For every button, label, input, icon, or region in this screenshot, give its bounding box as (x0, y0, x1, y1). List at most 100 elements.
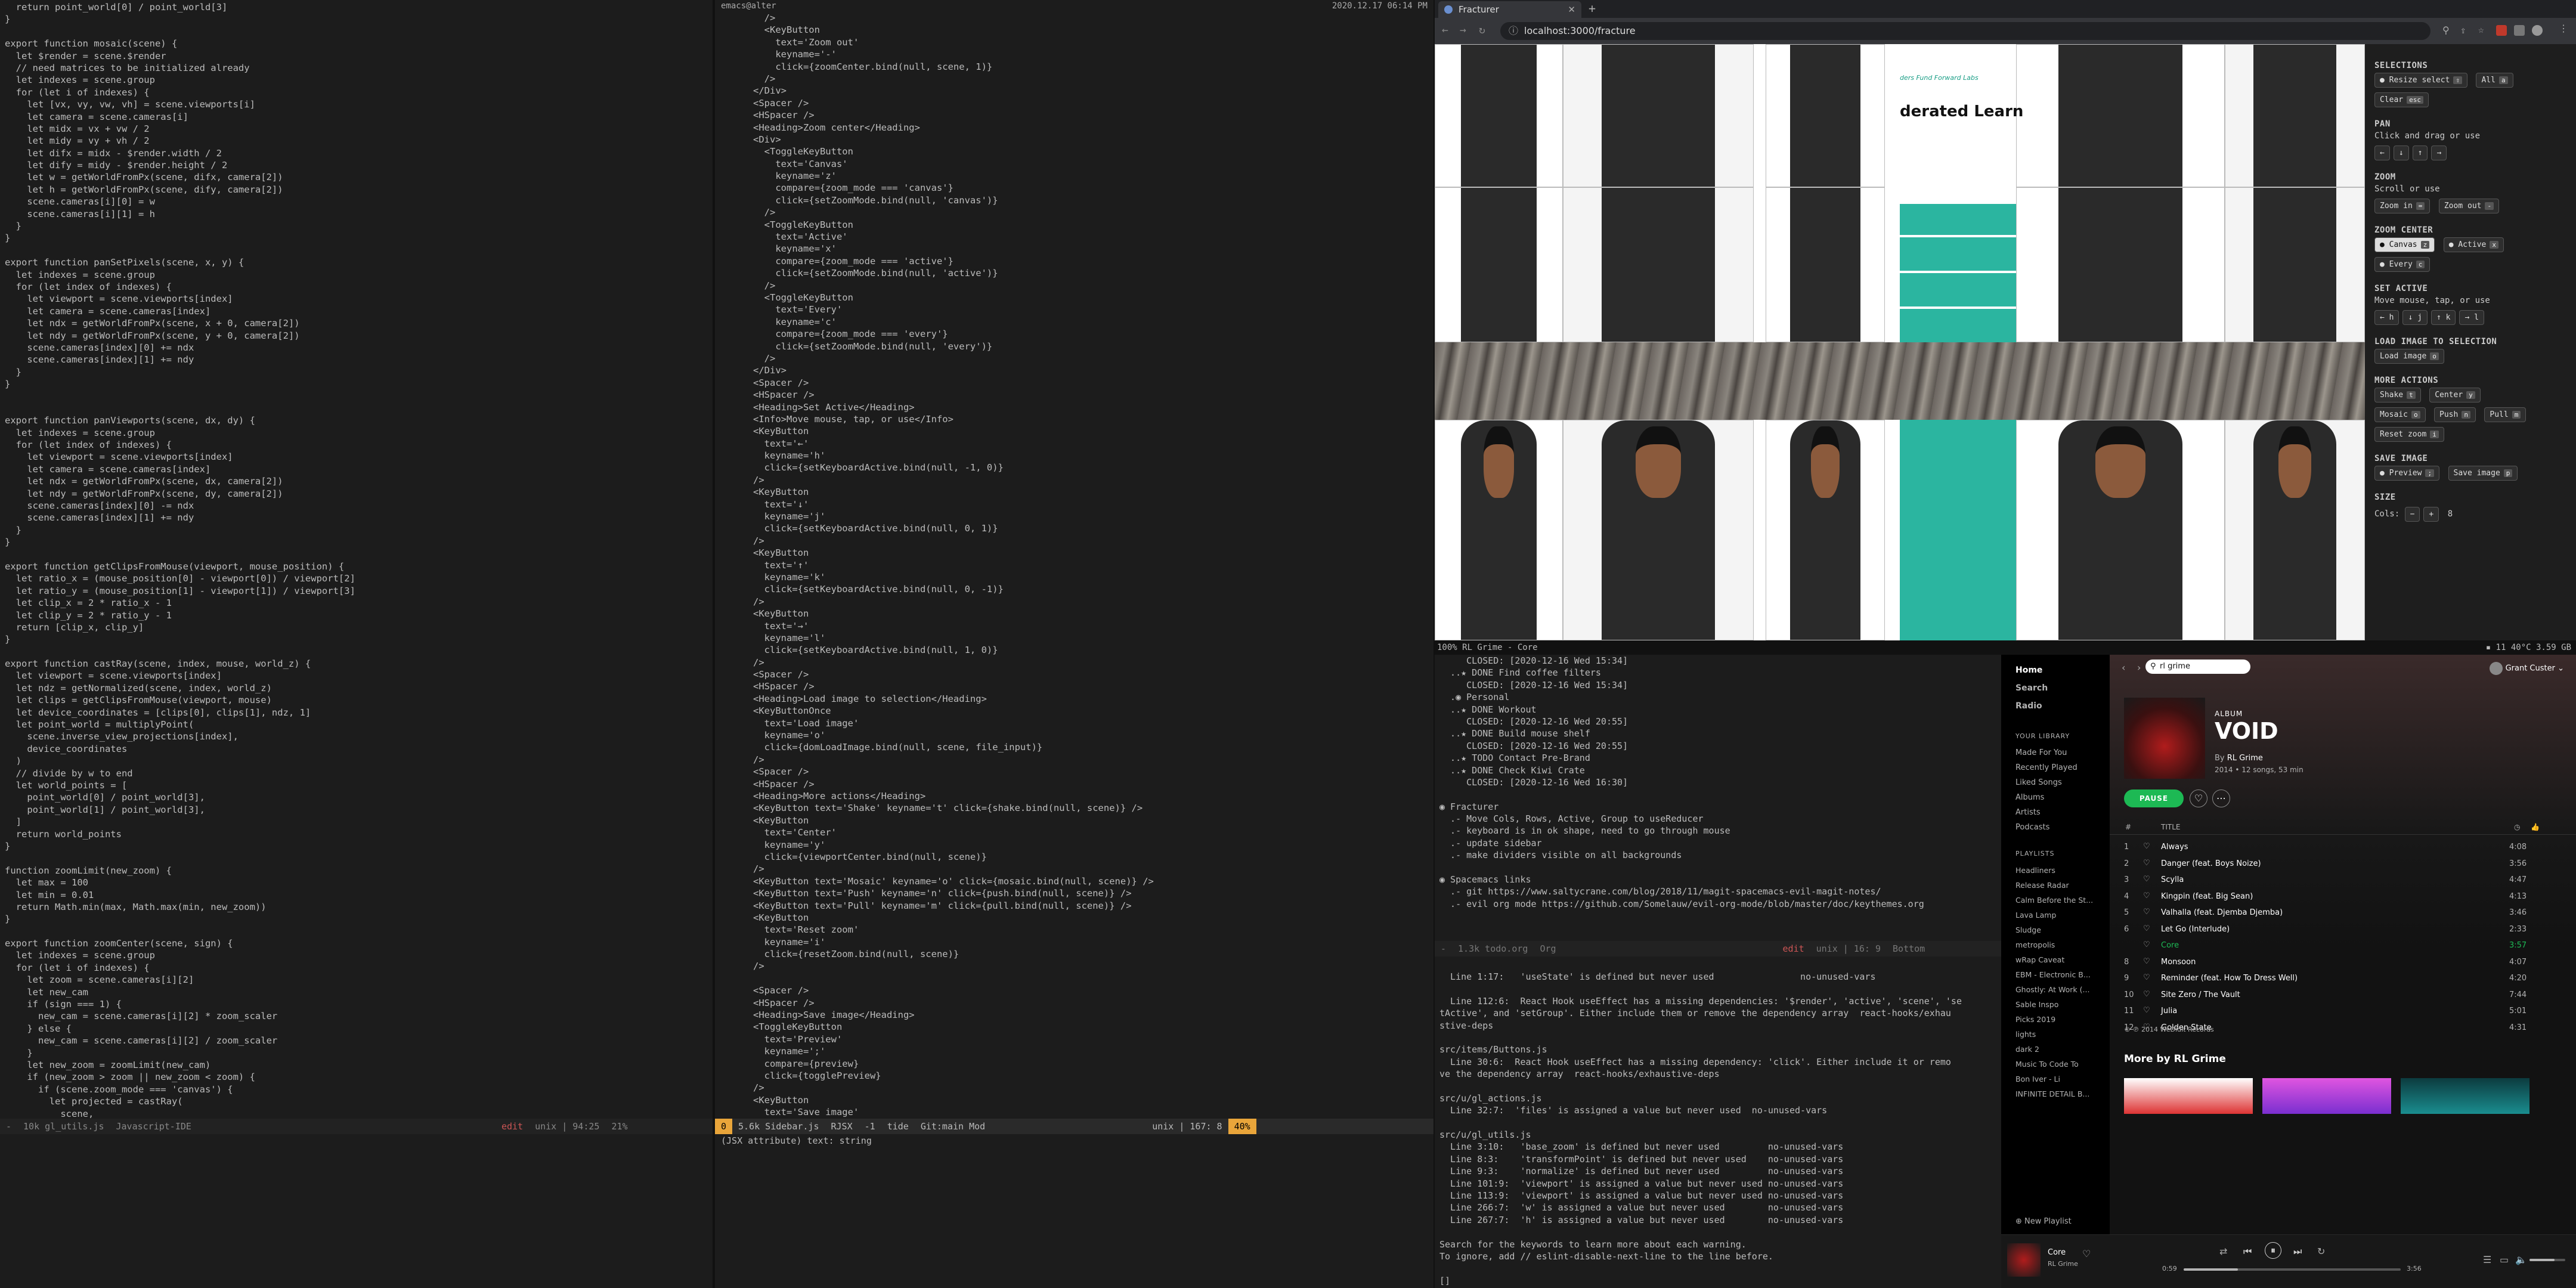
more-by-card-2[interactable] (2262, 1078, 2391, 1114)
code-line[interactable]: // need matrices to be initialized alrea… (5, 62, 713, 74)
address-bar[interactable]: ⓘ localhost:3000/fracture (1500, 22, 2431, 40)
code-line[interactable]: for (let i of indexes) { (5, 86, 713, 98)
code-line[interactable]: keyname='c' (720, 316, 1433, 328)
code-line[interactable]: point_world[0] / point_world[3], (5, 791, 713, 803)
code-line[interactable]: /> (720, 960, 1433, 972)
left-editor[interactable]: return point_world[0] / point_world[3]} e… (0, 0, 713, 1119)
now-playing-artist[interactable]: RL Grime (2048, 1260, 2078, 1268)
code-line[interactable]: <KeyButton text='Push' keyname='n' click… (720, 887, 1433, 899)
code-line[interactable]: ] (5, 816, 713, 828)
playlist-item[interactable]: Ghostly: At Work (... (2015, 985, 2095, 994)
code-line[interactable]: To ignore, add // eslint-disable-next-li… (1439, 1250, 2001, 1262)
save-image-button[interactable]: Save image p (2448, 466, 2518, 481)
code-line[interactable]: /> (720, 754, 1433, 766)
code-line[interactable]: text='↓' (720, 499, 1433, 510)
code-line[interactable]: Line 32:7: 'files' is assigned a value b… (1439, 1104, 2001, 1116)
viewport-cell[interactable] (2016, 44, 2225, 187)
code-line[interactable]: src/u/gl_utils.js (1439, 1129, 2001, 1141)
code-line[interactable]: keyname=';' (720, 1045, 1433, 1057)
code-line[interactable]: scene.cameras[i][0] = w (5, 196, 713, 208)
code-line[interactable]: CLOSED: [2020-12-16 Wed 20:55] (1439, 716, 2001, 727)
code-line[interactable]: [] (1439, 1275, 2001, 1287)
progress-bar[interactable] (2184, 1268, 2401, 1271)
back-icon[interactable]: ← (1442, 24, 1448, 36)
code-line[interactable]: <Div> (720, 134, 1433, 145)
code-line[interactable]: export function mosaic(scene) { (5, 38, 713, 49)
user-menu[interactable]: Grant Custer ⌄ (2490, 662, 2564, 675)
code-line[interactable]: let [vx, vy, vw, vh] = scene.viewports[i… (5, 98, 713, 110)
library-item[interactable]: Made For You (2015, 748, 2095, 757)
code-line[interactable]: <Info>Move mouse, tap, or use</Info> (720, 413, 1433, 425)
code-line[interactable]: Line 8:3: 'transformPoint' is defined bu… (1439, 1153, 2001, 1165)
new-tab-icon[interactable]: + (1589, 1, 1596, 16)
heart-icon[interactable]: ♡ (2143, 875, 2150, 884)
reload-icon[interactable]: ↻ (1479, 24, 1485, 36)
spotify-search-input[interactable]: ⚲ rl grime (2145, 660, 2250, 674)
code-line[interactable] (5, 244, 713, 256)
code-line[interactable]: let viewport = scene.viewports[index] (5, 670, 713, 682)
code-line[interactable]: <Heading>Load image to selection</Headin… (720, 693, 1433, 705)
code-line[interactable] (1439, 1080, 2001, 1092)
devices-icon[interactable]: ▭ (2500, 1254, 2509, 1265)
close-tab-icon[interactable]: ✕ (1568, 1, 1575, 18)
code-line[interactable] (5, 852, 713, 864)
code-line[interactable]: } (5, 633, 713, 645)
playlist-item[interactable]: Sludge (2015, 925, 2095, 934)
code-line[interactable]: keyname='h' (720, 450, 1433, 462)
resize-select-button[interactable]: ● Resize select ⇧ (2374, 73, 2468, 88)
code-line[interactable]: keyname='j' (720, 510, 1433, 522)
lint-output-pane[interactable]: Line 1:17: 'useState' is defined but nev… (1435, 956, 2001, 1288)
code-line[interactable]: <Spacer /> (720, 668, 1433, 680)
code-line[interactable]: if (new_zoom > zoom || new_zoom < zoom) … (5, 1071, 713, 1083)
code-line[interactable]: let new_cam (5, 986, 713, 998)
code-line[interactable]: <KeyButton (720, 608, 1433, 620)
artist-link[interactable]: RL Grime (2227, 754, 2263, 763)
code-line[interactable]: ..★ DONE Find coffee filters (1439, 667, 2001, 679)
code-line[interactable]: let camera = scene.cameras[i] (5, 111, 713, 123)
playlist-item[interactable]: Lava Lamp (2015, 911, 2095, 919)
code-line[interactable]: /> (720, 535, 1433, 547)
playlist-item[interactable]: INFINITE DETAIL B... (2015, 1089, 2095, 1098)
code-line[interactable]: <Spacer /> (720, 766, 1433, 778)
code-line[interactable]: new_cam = scene.cameras[i][2] / zoom_sca… (5, 1035, 713, 1046)
code-line[interactable]: <KeyButton text='Shake' keyname='t' clic… (720, 802, 1433, 814)
code-line[interactable]: scene, (5, 1108, 713, 1119)
code-line[interactable]: <KeyButton (720, 547, 1433, 559)
code-line[interactable]: <HSpacer /> (720, 997, 1433, 1009)
library-item[interactable]: Recently Played (2015, 763, 2095, 772)
push-button[interactable]: Push n (2434, 407, 2476, 422)
code-line[interactable]: text='Active' (720, 231, 1433, 243)
code-line[interactable]: Line 113:9: 'viewport' is assigned a val… (1439, 1190, 2001, 1202)
track-row[interactable]: 2 ♡ Danger (feat. Boys Noize) 3:56 (2110, 856, 2576, 872)
code-line[interactable]: text='←' (720, 438, 1433, 450)
code-line[interactable]: let projected = castRay( (5, 1095, 713, 1107)
share-icon[interactable]: ⇪ (2460, 24, 2466, 36)
code-line[interactable]: <KeyButton (720, 486, 1433, 498)
menu-icon[interactable]: ⋮ (2559, 23, 2568, 34)
active-toggle[interactable]: ● Active x (2443, 237, 2504, 252)
code-line[interactable]: click={setZoomMode.bind(null, 'active')} (720, 267, 1433, 279)
code-line[interactable]: export function castRay(scene, index, mo… (5, 658, 713, 670)
code-line[interactable]: } (5, 536, 713, 548)
code-line[interactable]: CLOSED: [2020-12-16 Wed 15:34] (1439, 679, 2001, 691)
code-line[interactable]: keyname='-' (720, 48, 1433, 60)
code-line[interactable]: click={setZoomMode.bind(null, 'every')} (720, 340, 1433, 352)
code-line[interactable]: /> (720, 596, 1433, 608)
library-item[interactable]: Liked Songs (2015, 778, 2095, 787)
pan-left-button[interactable]: ← (2374, 145, 2390, 160)
code-line[interactable]: let clip_y = 2 * ratio_y - 1 (5, 609, 713, 621)
code-line[interactable]: <KeyButton text='Mosaic' keyname='o' cli… (720, 875, 1433, 887)
code-line[interactable]: <HSpacer /> (720, 109, 1433, 121)
code-line[interactable]: let ndx = getWorldFromPx(scene, x + 0, c… (5, 317, 713, 329)
code-line[interactable]: // divide by w to end (5, 767, 713, 779)
library-item[interactable]: Podcasts (2015, 823, 2095, 832)
heart-icon[interactable]: ♡ (2143, 1006, 2150, 1015)
heart-icon[interactable]: ♡ (2143, 891, 2150, 900)
playlist-item[interactable]: Calm Before the St... (2015, 896, 2095, 905)
code-line[interactable]: keyname='k' (720, 571, 1433, 583)
code-line[interactable]: keyname='z' (720, 170, 1433, 182)
code-line[interactable]: let midx = vx + vw / 2 (5, 123, 713, 135)
code-line[interactable]: <Heading>Zoom center</Heading> (720, 122, 1433, 134)
playlist-item[interactable]: Sable Inspo (2015, 1000, 2095, 1009)
code-line[interactable]: <HSpacer /> (720, 778, 1433, 790)
